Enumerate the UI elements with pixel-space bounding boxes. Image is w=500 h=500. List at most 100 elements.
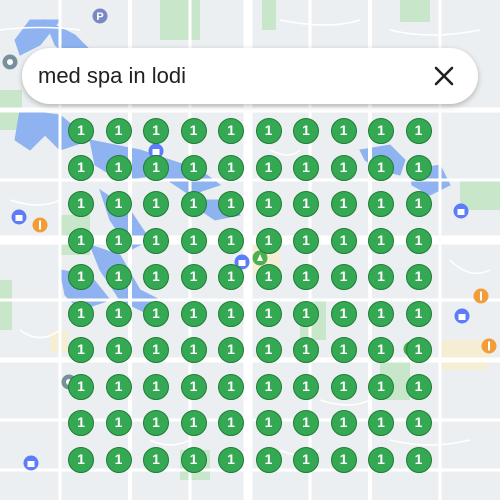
- result-pin[interactable]: 1: [143, 264, 169, 290]
- result-pin[interactable]: 1: [255, 227, 282, 254]
- result-pin[interactable]: 1: [368, 264, 394, 290]
- result-pin[interactable]: 1: [143, 337, 169, 363]
- result-pin[interactable]: 1: [368, 154, 394, 181]
- result-pin[interactable]: 1: [218, 300, 244, 327]
- result-pin[interactable]: 1: [68, 446, 94, 473]
- result-pin[interactable]: 1: [180, 373, 207, 400]
- result-pin[interactable]: 1: [68, 118, 94, 144]
- result-pin[interactable]: 1: [68, 410, 94, 436]
- result-pin[interactable]: 1: [105, 227, 132, 254]
- result-pin[interactable]: 1: [255, 373, 282, 400]
- result-pin[interactable]: 1: [105, 337, 132, 363]
- result-pin[interactable]: 1: [143, 191, 169, 217]
- result-pin[interactable]: 1: [180, 118, 207, 144]
- result-pin[interactable]: 1: [293, 373, 319, 400]
- result-pin[interactable]: 1: [368, 300, 394, 327]
- result-pin[interactable]: 1: [368, 373, 394, 400]
- close-icon[interactable]: [430, 62, 458, 90]
- result-pin[interactable]: 1: [405, 227, 432, 254]
- result-pin[interactable]: 1: [180, 227, 207, 254]
- result-pin[interactable]: 1: [330, 191, 357, 217]
- result-pin[interactable]: 1: [405, 373, 432, 400]
- result-pin[interactable]: 1: [330, 264, 357, 290]
- result-pin[interactable]: 1: [330, 373, 357, 400]
- shopping-icon[interactable]: [23, 455, 39, 471]
- parking-icon[interactable]: P: [92, 8, 108, 24]
- result-pin[interactable]: 1: [143, 118, 169, 144]
- result-pin[interactable]: 1: [180, 191, 207, 217]
- result-pin[interactable]: 1: [143, 410, 169, 436]
- result-pin[interactable]: 1: [143, 227, 169, 254]
- result-pin[interactable]: 1: [218, 191, 244, 217]
- result-pin[interactable]: 1: [180, 300, 207, 327]
- result-pin[interactable]: 1: [368, 446, 394, 473]
- result-pin[interactable]: 1: [293, 264, 319, 290]
- result-pin[interactable]: 1: [293, 300, 319, 327]
- result-pin[interactable]: 1: [330, 337, 357, 363]
- result-pin[interactable]: 1: [405, 446, 432, 473]
- result-pin[interactable]: 1: [255, 118, 282, 144]
- result-pin[interactable]: 1: [330, 446, 357, 473]
- result-pin[interactable]: 1: [143, 373, 169, 400]
- result-pin[interactable]: 1: [68, 300, 94, 327]
- result-pin[interactable]: 1: [218, 227, 244, 254]
- result-pin[interactable]: 1: [405, 410, 432, 436]
- result-pin[interactable]: 1: [293, 227, 319, 254]
- result-pin[interactable]: 1: [293, 118, 319, 144]
- result-pin[interactable]: 1: [105, 446, 132, 473]
- result-pin[interactable]: 1: [105, 154, 132, 181]
- map-view[interactable]: P 1 1 1 1 1 1 1 1 1 1 1 1 1 1 1 1 1 1 1 …: [0, 0, 500, 500]
- result-pin[interactable]: 1: [68, 191, 94, 217]
- result-pin[interactable]: 1: [105, 373, 132, 400]
- result-pin[interactable]: 1: [105, 410, 132, 436]
- result-pin[interactable]: 1: [180, 264, 207, 290]
- result-pin[interactable]: 1: [105, 191, 132, 217]
- restaurant-icon[interactable]: [473, 288, 489, 304]
- result-pin[interactable]: 1: [293, 191, 319, 217]
- result-pin[interactable]: 1: [255, 410, 282, 436]
- result-pin[interactable]: 1: [218, 154, 244, 181]
- result-pin[interactable]: 1: [330, 300, 357, 327]
- result-pin[interactable]: 1: [255, 264, 282, 290]
- result-pin[interactable]: 1: [330, 410, 357, 436]
- result-pin[interactable]: 1: [68, 373, 94, 400]
- result-pin[interactable]: 1: [218, 446, 244, 473]
- result-pin[interactable]: 1: [218, 410, 244, 436]
- result-pin[interactable]: 1: [180, 337, 207, 363]
- result-pin[interactable]: 1: [255, 300, 282, 327]
- result-pin[interactable]: 1: [368, 191, 394, 217]
- shopping-icon[interactable]: [453, 203, 469, 219]
- result-pin[interactable]: 1: [293, 446, 319, 473]
- result-pin[interactable]: 1: [105, 118, 132, 144]
- result-pin[interactable]: 1: [368, 337, 394, 363]
- search-query[interactable]: med spa in lodi: [38, 48, 186, 104]
- result-pin[interactable]: 1: [255, 337, 282, 363]
- result-pin[interactable]: 1: [180, 410, 207, 436]
- result-pin[interactable]: 1: [293, 154, 319, 181]
- result-pin[interactable]: 1: [405, 337, 432, 363]
- result-pin[interactable]: 1: [405, 118, 432, 144]
- result-pin[interactable]: 1: [218, 337, 244, 363]
- result-pin[interactable]: 1: [68, 337, 94, 363]
- result-pin[interactable]: 1: [143, 154, 169, 181]
- restaurant-icon[interactable]: [481, 338, 497, 354]
- result-pin[interactable]: 1: [255, 446, 282, 473]
- result-pin[interactable]: 1: [293, 410, 319, 436]
- result-pin[interactable]: 1: [218, 264, 244, 290]
- result-pin[interactable]: 1: [405, 191, 432, 217]
- result-pin[interactable]: 1: [68, 154, 94, 181]
- result-pin[interactable]: 1: [255, 154, 282, 181]
- restaurant-icon[interactable]: [32, 217, 48, 233]
- result-pin[interactable]: 1: [330, 227, 357, 254]
- result-pin[interactable]: 1: [368, 118, 394, 144]
- result-pin[interactable]: 1: [330, 118, 357, 144]
- result-pin[interactable]: 1: [255, 191, 282, 217]
- result-pin[interactable]: 1: [405, 154, 432, 181]
- result-pin[interactable]: 1: [218, 118, 244, 144]
- shopping-icon[interactable]: [11, 209, 27, 225]
- result-pin[interactable]: 1: [293, 337, 319, 363]
- search-bar[interactable]: med spa in lodi: [22, 48, 478, 104]
- result-pin[interactable]: 1: [143, 446, 169, 473]
- result-pin[interactable]: 1: [68, 227, 94, 254]
- result-pin[interactable]: 1: [218, 373, 244, 400]
